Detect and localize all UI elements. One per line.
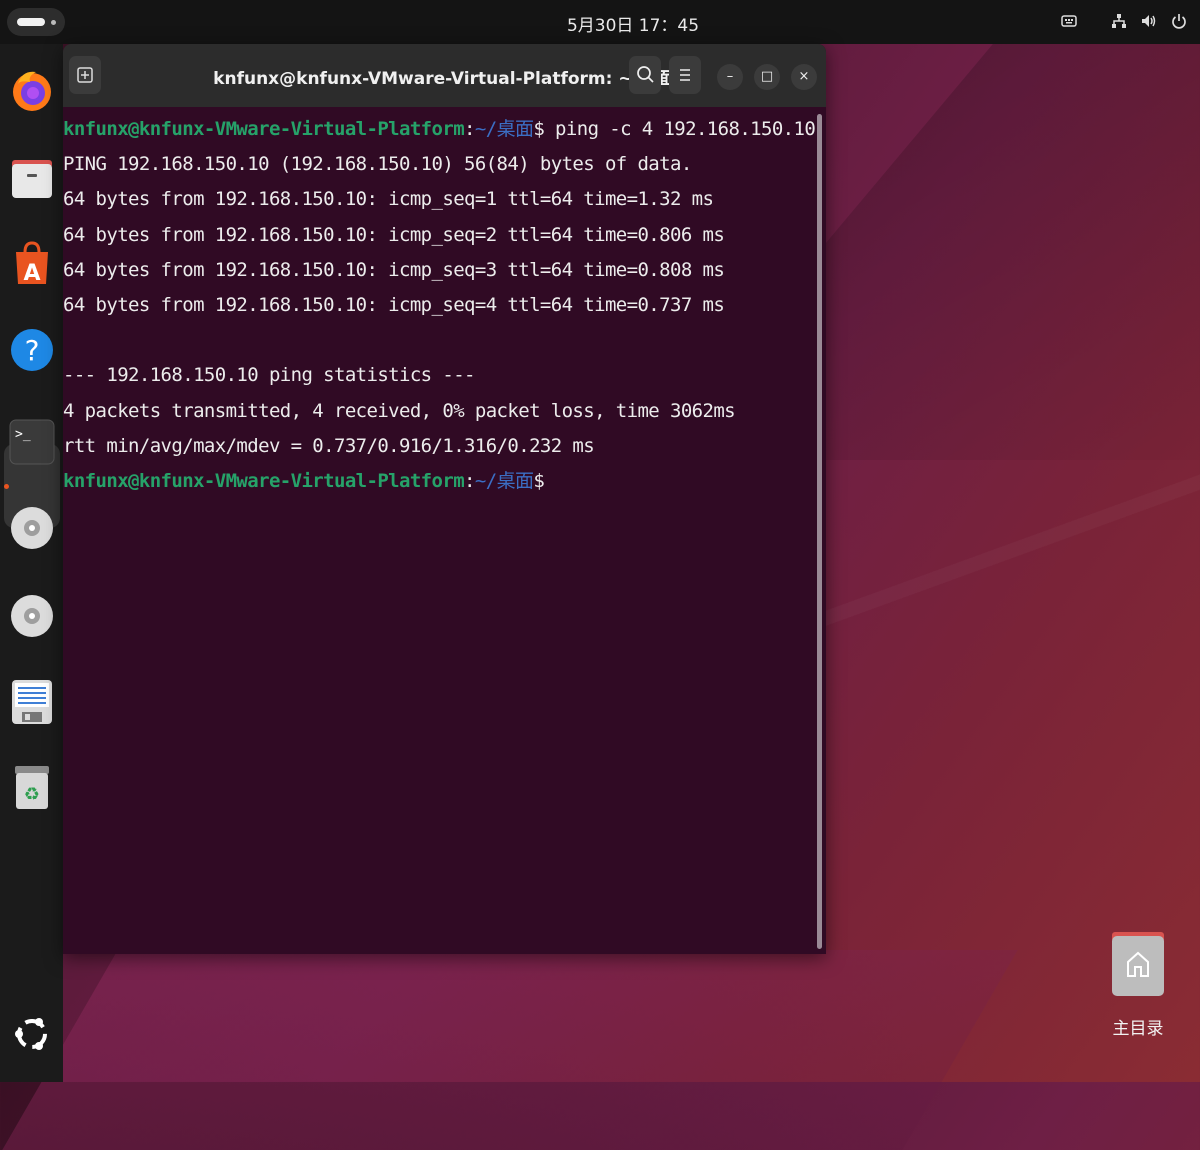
svg-text:>_: >_ bbox=[15, 427, 31, 442]
svg-text:A: A bbox=[23, 261, 40, 286]
prompt-line: knfunx@knfunx-VMware-Virtual-Platform:~/… bbox=[63, 464, 813, 499]
terminal-output[interactable]: knfunx@knfunx-VMware-Virtual-Platform:~/… bbox=[63, 112, 816, 499]
svg-text:?: ? bbox=[25, 334, 40, 367]
ubuntu-logo-icon[interactable] bbox=[8, 1010, 56, 1058]
search-button[interactable] bbox=[629, 56, 661, 94]
top-bar: 5月30日 17：45 bbox=[0, 0, 1200, 44]
terminal-icon[interactable]: >_ bbox=[8, 418, 56, 466]
tray-spacer bbox=[1090, 12, 1098, 30]
prompt-symbol: $ bbox=[533, 469, 545, 492]
wallpaper-fold bbox=[2, 950, 1018, 1150]
terminal-headerbar[interactable]: knfunx@knfunx-VMware-Virtual-Platform: ~… bbox=[63, 44, 826, 107]
menu-button[interactable] bbox=[669, 56, 701, 94]
clock[interactable]: 5月30日 17：45 bbox=[0, 11, 1200, 36]
output-line: 64 bytes from 192.168.150.10: icmp_seq=3… bbox=[63, 258, 725, 281]
prompt-separator: : bbox=[464, 118, 475, 140]
minimize-button[interactable]: – bbox=[717, 64, 743, 90]
text-editor-icon[interactable] bbox=[8, 678, 56, 726]
system-tray[interactable] bbox=[1060, 12, 1188, 30]
network-icon[interactable] bbox=[1110, 12, 1128, 30]
window-title: knfunx@knfunx-VMware-Virtual-Platform: ~… bbox=[213, 69, 673, 89]
output-line: rtt min/avg/max/mdev = 0.737/0.916/1.316… bbox=[63, 434, 595, 457]
output-line: 4 packets transmitted, 4 received, 0% pa… bbox=[63, 399, 736, 422]
prompt-path: ~/桌面 bbox=[474, 469, 534, 492]
keyboard-icon[interactable] bbox=[1060, 12, 1078, 30]
prompt-symbol: $ bbox=[533, 118, 545, 140]
home-folder-icon[interactable] bbox=[1110, 928, 1166, 998]
svg-text:♻: ♻ bbox=[24, 784, 40, 805]
prompt-user: knfunx@knfunx-VMware-Virtual-Platform bbox=[63, 469, 465, 492]
app-center-icon[interactable]: A bbox=[8, 240, 56, 288]
trash-icon[interactable]: ♻ bbox=[8, 764, 56, 812]
output-line: PING 192.168.150.10 (192.168.150.10) 56(… bbox=[63, 153, 692, 176]
dock: A ? >_ ♻ bbox=[0, 44, 63, 1082]
prompt-line: knfunx@knfunx-VMware-Virtual-Platform:~/… bbox=[63, 112, 816, 147]
output-line: 64 bytes from 192.168.150.10: icmp_seq=4… bbox=[63, 293, 725, 316]
output-line: 64 bytes from 192.168.150.10: icmp_seq=2… bbox=[63, 223, 725, 246]
help-icon[interactable]: ? bbox=[8, 326, 56, 374]
scrollbar[interactable] bbox=[817, 114, 822, 949]
terminal-window[interactable]: knfunx@knfunx-VMware-Virtual-Platform: ~… bbox=[63, 44, 826, 954]
power-icon[interactable] bbox=[1170, 12, 1188, 30]
output-line: --- 192.168.150.10 ping statistics --- bbox=[63, 364, 475, 387]
home-folder-label[interactable]: 主目录 bbox=[1090, 1014, 1186, 1039]
new-tab-button[interactable] bbox=[69, 56, 101, 94]
prompt-user: knfunx@knfunx-VMware-Virtual-Platform bbox=[63, 118, 465, 140]
prompt-separator: : bbox=[464, 469, 475, 492]
disc-icon[interactable] bbox=[8, 592, 56, 640]
firefox-icon[interactable] bbox=[8, 66, 56, 114]
prompt-path: ~/桌面 bbox=[474, 118, 534, 140]
close-button[interactable]: × bbox=[791, 64, 817, 90]
output-line: 64 bytes from 192.168.150.10: icmp_seq=1… bbox=[63, 188, 714, 211]
disc-icon[interactable] bbox=[8, 504, 56, 552]
maximize-button[interactable]: □ bbox=[754, 64, 780, 90]
command-text: ping -c 4 192.168.150.10 bbox=[544, 118, 816, 140]
files-icon[interactable] bbox=[8, 154, 56, 202]
running-indicator bbox=[4, 484, 9, 489]
volume-icon[interactable] bbox=[1140, 12, 1158, 30]
